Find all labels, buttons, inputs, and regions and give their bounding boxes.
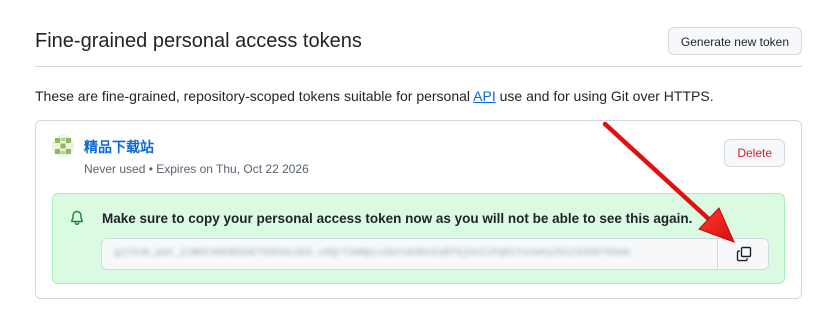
token-card: 精品下载站 Never used • Expires on Thu, Oct 2… [35, 120, 802, 299]
token-value: github_pat_11BKFAKEREDACTEDVALUE0_x8QrT2… [114, 248, 631, 259]
api-link[interactable]: API [473, 88, 496, 104]
delete-button[interactable]: Delete [724, 139, 785, 167]
token-value-field[interactable]: github_pat_11BKFAKEREDACTEDVALUE0_x8QrT2… [101, 238, 717, 270]
avatar [52, 135, 74, 157]
page-header: Fine-grained personal access tokens Gene… [35, 26, 802, 67]
copy-icon [736, 246, 752, 262]
description-text: These are fine-grained, repository-scope… [35, 88, 474, 104]
page-title: Fine-grained personal access tokens [35, 30, 362, 52]
page-description: These are fine-grained, repository-scope… [35, 87, 714, 105]
copy-token-button[interactable] [717, 238, 769, 270]
description-text-end: use and for using Git over HTTPS. [495, 88, 714, 104]
settings-page: Fine-grained personal access tokens Gene… [0, 0, 816, 321]
generate-new-token-button[interactable]: Generate new token [667, 27, 802, 55]
flash-message: Make sure to copy your personal access t… [102, 211, 693, 226]
success-flash: Make sure to copy your personal access t… [52, 193, 785, 284]
token-meta: Never used • Expires on Thu, Oct 22 2026 [84, 162, 309, 176]
token-name-link[interactable]: 精品下载站 [84, 139, 154, 157]
bell-icon [71, 210, 83, 226]
